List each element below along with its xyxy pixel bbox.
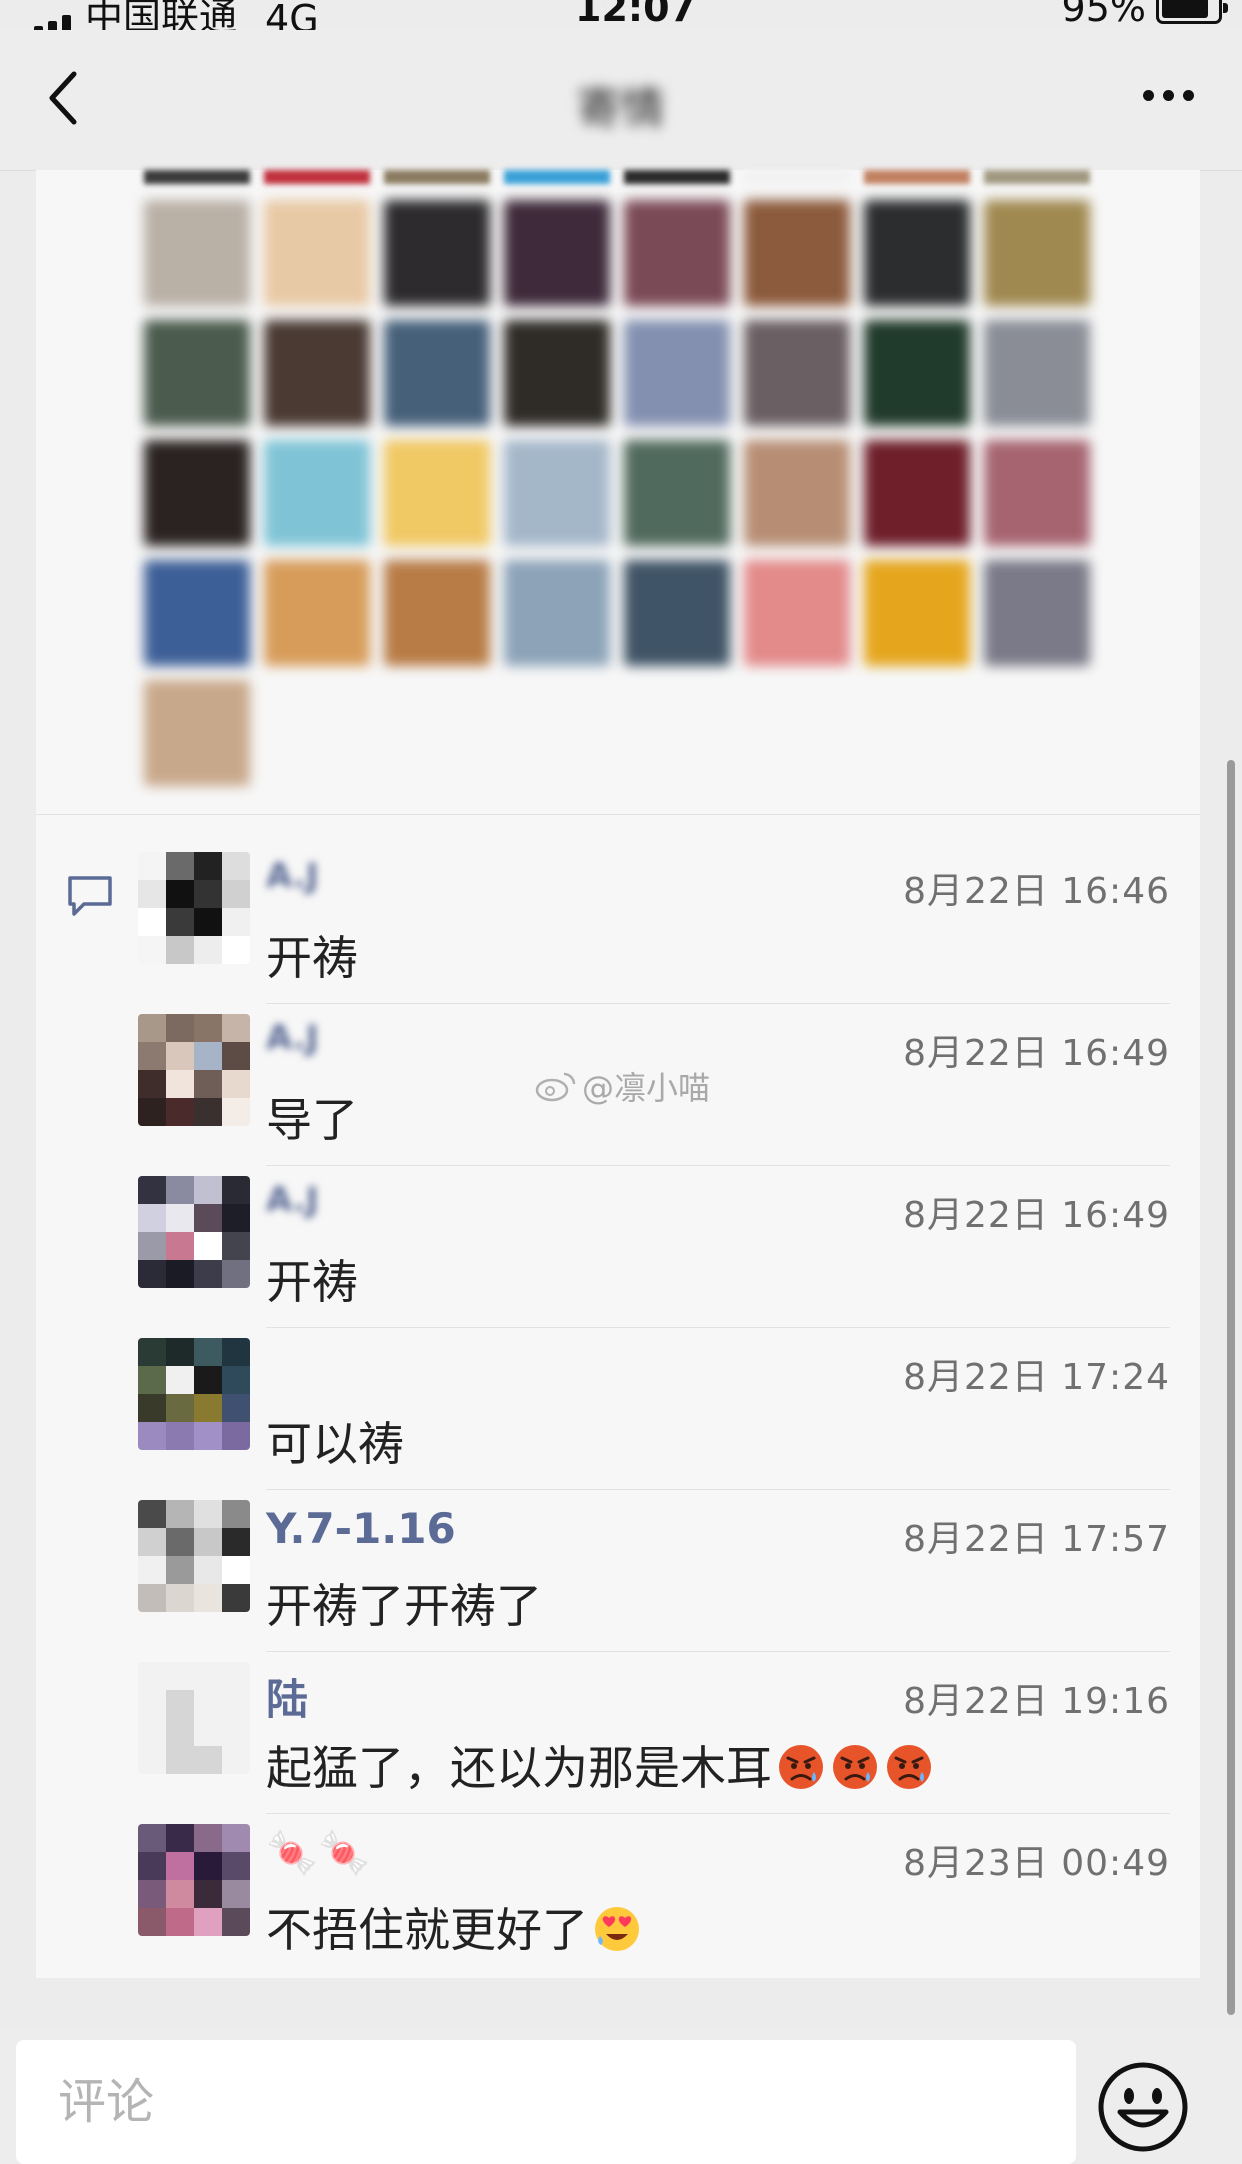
liked-avatar-thumb[interactable] <box>864 440 970 546</box>
comment-author[interactable]: A.J <box>266 1180 319 1220</box>
comment-time: 8月22日 19:16 <box>903 1681 1170 1722</box>
page-title: 寄情 <box>577 83 665 134</box>
comment-text-content: 不捂住就更好了 <box>266 1903 588 1957</box>
comment-text-content: 开祷了开祷了 <box>266 1579 542 1633</box>
liked-avatar-thumb[interactable] <box>264 200 370 306</box>
comment-author[interactable]: A.J <box>266 1018 319 1058</box>
comment-text: 开祷 <box>266 922 358 988</box>
comment-text: 可以祷 <box>266 1408 404 1474</box>
comment-time: 8月22日 16:49 <box>903 1195 1170 1236</box>
comment-time: 8月22日 17:24 <box>903 1357 1170 1398</box>
comment-time: 8月22日 16:46 <box>903 871 1170 912</box>
smiley-face-icon[interactable] <box>1096 2060 1190 2154</box>
status-bar-right: 95% <box>1061 0 1228 30</box>
liked-avatar-thumb[interactable] <box>144 560 250 666</box>
liked-avatar-thumb[interactable] <box>744 560 850 666</box>
liked-avatar-thumb[interactable] <box>384 440 490 546</box>
comment-row[interactable]: A.J 8月22日 16:49 开祷 <box>138 1166 1170 1328</box>
comment-text-content: 开祷 <box>266 1255 358 1309</box>
liked-avatar-thumb[interactable] <box>864 200 970 306</box>
avatar[interactable] <box>138 1014 250 1126</box>
liked-avatar-thumb[interactable] <box>504 440 610 546</box>
liked-avatar-thumb[interactable] <box>624 320 730 426</box>
comment-bubble-icon <box>68 876 112 916</box>
comment-input-bar <box>0 2030 1242 2164</box>
liked-avatar-thumb[interactable] <box>144 680 250 786</box>
section-divider <box>36 814 1200 815</box>
comment-input[interactable] <box>16 2040 1076 2164</box>
comment-text: 开祷 <box>266 1246 358 1312</box>
avatar[interactable] <box>138 1500 250 1612</box>
liked-avatar-thumb[interactable] <box>144 440 250 546</box>
comment-time: 8月22日 16:49 <box>903 1033 1170 1074</box>
liked-avatar-thumb[interactable] <box>864 560 970 666</box>
comment-text: 开祷了开祷了 <box>266 1570 542 1636</box>
image-grid-top-row-partial <box>144 170 1094 190</box>
angry-face-icon <box>779 1745 823 1789</box>
comment-time: 8月23日 00:49 <box>903 1843 1170 1884</box>
liked-avatar-thumb[interactable] <box>864 320 970 426</box>
comment-row[interactable]: Y.7-1.16 8月22日 17:57 开祷了开祷了 <box>138 1490 1170 1652</box>
comment-row[interactable]: A.J 8月22日 16:46 开祷 <box>138 842 1170 1004</box>
avatar[interactable] <box>138 1338 250 1450</box>
more-dots-icon <box>1143 90 1154 101</box>
liked-avatar-thumb[interactable] <box>384 200 490 306</box>
liked-avatar-thumb[interactable] <box>504 560 610 666</box>
liked-avatar-thumb[interactable] <box>384 560 490 666</box>
avatar[interactable] <box>138 1176 250 1288</box>
liked-avatar-thumb[interactable] <box>984 200 1090 306</box>
watermark: @凛小喵 <box>534 1063 710 1109</box>
nav-bar: 寄情 <box>0 30 1242 171</box>
liked-avatar-thumb[interactable] <box>504 320 610 426</box>
liked-avatar-thumb[interactable] <box>624 560 730 666</box>
comment-text-content: 开祷 <box>266 931 358 985</box>
comment-author[interactable]: A.J <box>266 856 319 896</box>
status-bar: 中国联通 4G 12:07 95% <box>0 0 1242 41</box>
clock: 12:07 <box>575 0 696 30</box>
liked-avatar-thumb[interactable] <box>144 320 250 426</box>
liked-avatar-thumb[interactable] <box>744 320 850 426</box>
liked-avatar-thumb[interactable] <box>264 560 370 666</box>
comment-row[interactable]: 🍬🍬 8月23日 00:49 不捂住就更好了 <box>138 1814 1170 1976</box>
comment-time: 8月22日 17:57 <box>903 1519 1170 1560</box>
liked-avatar-thumb[interactable] <box>984 560 1090 666</box>
heart-eyes-face-icon <box>595 1907 639 1951</box>
liked-avatar-thumb[interactable] <box>984 440 1090 546</box>
liked-avatar-thumb[interactable] <box>624 440 730 546</box>
scrollbar[interactable] <box>1227 760 1235 2015</box>
liked-avatar-thumb[interactable] <box>744 440 850 546</box>
watermark-text: @凛小喵 <box>582 1069 711 1107</box>
liked-avatar-thumb[interactable] <box>264 440 370 546</box>
avatar[interactable] <box>138 852 250 964</box>
angry-face-icon <box>833 1745 877 1789</box>
avatar[interactable] <box>138 1824 250 1936</box>
battery-percent: 95% <box>1061 0 1146 30</box>
comment-row[interactable]: 陆 8月22日 19:16 起猛了，还以为那是木耳 <box>138 1652 1170 1814</box>
comment-text: 导了 <box>266 1084 358 1150</box>
comment-author[interactable]: 🍬🍬 <box>266 1828 371 1878</box>
liked-avatar-thumb[interactable] <box>744 200 850 306</box>
battery-icon <box>1156 0 1228 24</box>
angry-face-icon <box>887 1745 931 1789</box>
more-button[interactable] <box>1143 90 1194 101</box>
liked-avatars-grid <box>144 200 1094 786</box>
liked-avatar-thumb[interactable] <box>264 320 370 426</box>
comment-text-content: 导了 <box>266 1093 358 1147</box>
comment-text: 不捂住就更好了 <box>266 1894 642 1960</box>
comment-text-content: 可以祷 <box>266 1417 404 1471</box>
liked-avatar-thumb[interactable] <box>624 200 730 306</box>
comment-text-content: 起猛了，还以为那是木耳 <box>266 1741 772 1795</box>
liked-avatar-thumb[interactable] <box>504 200 610 306</box>
liked-avatar-thumb[interactable] <box>384 320 490 426</box>
liked-avatar-thumb[interactable] <box>984 320 1090 426</box>
comment-author[interactable]: 陆 <box>266 1666 308 1727</box>
avatar[interactable] <box>138 1662 250 1774</box>
comment-text: 起猛了，还以为那是木耳 <box>266 1732 934 1798</box>
liked-avatar-thumb[interactable] <box>144 200 250 306</box>
comment-row[interactable]: 8月22日 17:24 可以祷 <box>138 1328 1170 1490</box>
comment-author[interactable]: Y.7-1.16 <box>266 1504 456 1553</box>
weibo-logo-icon <box>535 1072 576 1102</box>
